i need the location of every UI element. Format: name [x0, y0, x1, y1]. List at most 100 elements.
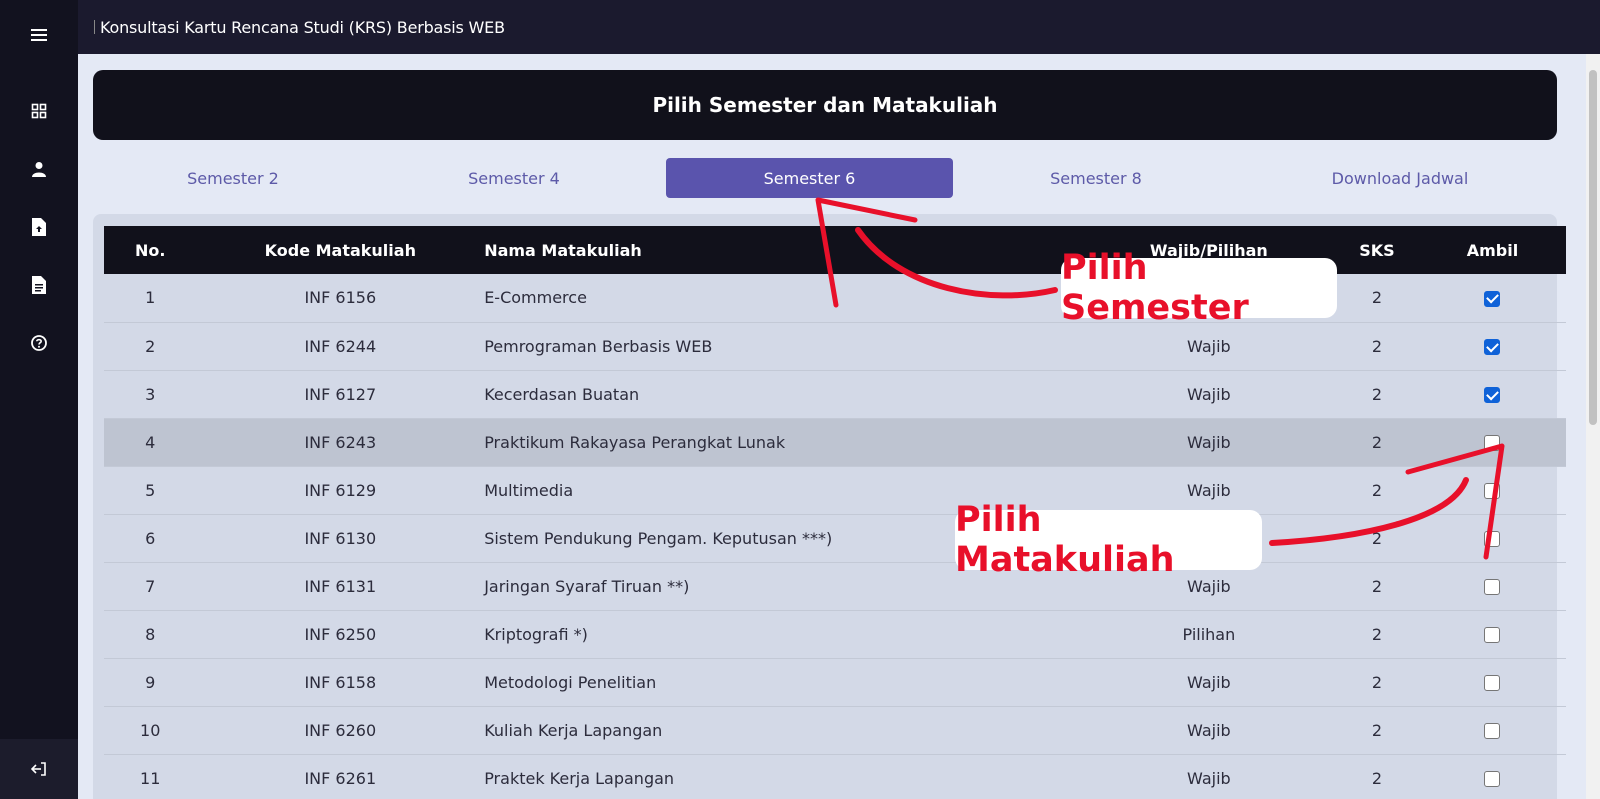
cell-no: 5 [104, 466, 197, 515]
cell-sks: 2 [1334, 322, 1419, 371]
cell-kode: INF 6260 [196, 706, 485, 755]
cell-wajib: Wajib [1082, 706, 1335, 755]
cell-ambil [1418, 274, 1566, 323]
help-icon[interactable] [0, 328, 78, 358]
cell-kode: INF 6244 [196, 322, 485, 371]
cell-sks: 2 [1334, 274, 1419, 323]
table-row: 5 INF 6129 Multimedia Wajib 2 [104, 466, 1566, 515]
user-icon[interactable] [0, 154, 78, 184]
col-header-sks: SKS [1359, 240, 1395, 260]
cell-kode: INF 6243 [196, 418, 485, 467]
cell-ambil [1418, 418, 1566, 467]
cell-nama: E-Commerce [484, 274, 1083, 323]
cell-nama: Kriptografi *) [484, 610, 1083, 659]
ambil-checkbox[interactable] [1484, 290, 1501, 307]
cell-wajib: Wajib [1082, 370, 1335, 419]
document-icon[interactable] [0, 270, 78, 300]
table-header-row: No. Kode Matakuliah Nama Matakuliah Waji… [104, 226, 1566, 274]
cell-no: 10 [104, 706, 197, 755]
cell-ambil [1418, 322, 1566, 371]
cell-no: 4 [104, 418, 197, 467]
ambil-checkbox[interactable] [1484, 483, 1501, 499]
table-row: 6 INF 6130 Sistem Pendukung Pengam. Keputu… [104, 514, 1566, 563]
cell-ambil [1418, 754, 1566, 799]
ambil-checkbox[interactable] [1484, 723, 1501, 739]
page-title: Pilih Semester dan Matakuliah [652, 93, 998, 117]
cell-no: 6 [104, 514, 197, 563]
cell-sks: 2 [1334, 754, 1419, 799]
table-row: 3 INF 6127 Kecerdasan Buatan Wajib 2 [104, 370, 1566, 419]
cell-kode: INF 6250 [196, 610, 485, 659]
cell-sks: 2 [1334, 706, 1419, 755]
cell-nama: Kuliah Kerja Lapangan [484, 706, 1083, 755]
ambil-checkbox[interactable] [1484, 435, 1501, 451]
cell-sks: 2 [1334, 418, 1419, 467]
menu-icon[interactable] [0, 20, 78, 50]
cell-nama: Praktikum Rakayasa Perangkat Lunak [484, 418, 1083, 467]
top-bar: Konsultasi Kartu Rencana Studi (KRS) Ber… [78, 0, 1600, 54]
table-row: 1 INF 6156 E-Commerce 2 [104, 274, 1566, 323]
cell-no: 3 [104, 370, 197, 419]
cell-kode: INF 6130 [196, 514, 485, 563]
cell-wajib: Wajib [1082, 322, 1335, 371]
main-content: Pilih Semester dan Matakuliah Semester 2… [78, 54, 1586, 799]
cell-kode: INF 6158 [196, 658, 485, 707]
cell-wajib: Wajib [1082, 418, 1335, 467]
ambil-checkbox[interactable] [1484, 339, 1501, 355]
cell-no: 1 [104, 274, 197, 323]
semester-tabs: Semester 2 Semester 4 Semester 6 Semeste… [93, 158, 1557, 198]
cell-ambil [1418, 466, 1566, 515]
cell-nama: Kecerdasan Buatan [484, 370, 1083, 419]
col-header-kode: Kode Matakuliah [264, 240, 416, 260]
dashboard-icon[interactable] [0, 96, 78, 126]
tab-download-jadwal[interactable]: Download Jadwal [1243, 158, 1557, 198]
cell-nama: Praktek Kerja Lapangan [484, 754, 1083, 799]
ambil-checkbox[interactable] [1484, 675, 1501, 691]
cell-wajib: Pilihan [1082, 610, 1335, 659]
cell-sks: 2 [1334, 466, 1419, 515]
file-upload-icon[interactable] [0, 212, 78, 242]
cell-ambil [1418, 706, 1566, 755]
ambil-checkbox[interactable] [1484, 771, 1501, 787]
callout-pilih-matakuliah: Pilih Matakuliah [955, 500, 1262, 580]
cell-kode: INF 6261 [196, 754, 485, 799]
tab-semester-2[interactable]: Semester 2 [95, 158, 371, 198]
cell-wajib: Wajib [1082, 754, 1335, 799]
app-title: Konsultasi Kartu Rencana Studi (KRS) Ber… [100, 17, 505, 37]
cell-no: 2 [104, 322, 197, 371]
sidebar [0, 0, 78, 799]
cell-kode: INF 6129 [196, 466, 485, 515]
ambil-checkbox[interactable] [1484, 531, 1501, 547]
page-scrollbar[interactable] [1586, 54, 1600, 799]
tab-semester-4[interactable]: Semester 4 [381, 158, 647, 198]
table-row: 4 INF 6243 Praktikum Rakayasa Perangkat Lu… [104, 418, 1566, 467]
cell-kode: INF 6156 [196, 274, 485, 323]
cell-sks: 2 [1334, 514, 1419, 563]
ambil-checkbox[interactable] [1484, 627, 1501, 643]
cell-no: 11 [104, 754, 197, 799]
cell-nama: Metodologi Penelitian [484, 658, 1083, 707]
cell-kode: INF 6131 [196, 562, 485, 611]
table-row: 2 INF 6244 Pemrograman Berbasis WEB Wajib 2 [104, 322, 1566, 371]
col-header-nama: Nama Matakuliah [484, 240, 642, 260]
cell-sks: 2 [1334, 658, 1419, 707]
divider [94, 20, 95, 34]
logout-button[interactable] [0, 739, 78, 799]
scrollbar-thumb[interactable] [1589, 70, 1597, 425]
cell-nama: Pemrograman Berbasis WEB [484, 322, 1083, 371]
cell-sks: 2 [1334, 370, 1419, 419]
col-header-no: No. [134, 240, 166, 260]
cell-ambil [1418, 610, 1566, 659]
page-header: Pilih Semester dan Matakuliah [93, 70, 1557, 140]
cell-sks: 2 [1334, 562, 1419, 611]
callout-pilih-semester: Pilih Semester [1061, 248, 1337, 328]
ambil-checkbox[interactable] [1484, 387, 1501, 403]
tab-semester-8[interactable]: Semester 8 [953, 158, 1239, 198]
tab-semester-6[interactable]: Semester 6 [666, 158, 953, 198]
cell-no: 9 [104, 658, 197, 707]
cell-ambil [1418, 658, 1566, 707]
cell-ambil [1418, 562, 1566, 611]
cell-no: 8 [104, 610, 197, 659]
table-row: 8 INF 6250 Kriptografi *) Pilihan 2 [104, 610, 1566, 659]
ambil-checkbox[interactable] [1484, 579, 1501, 595]
